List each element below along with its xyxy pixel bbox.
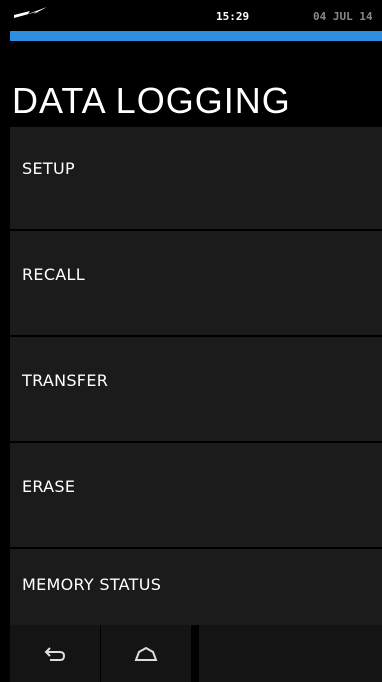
menu-item-memory-status[interactable]: MEMORY STATUS xyxy=(10,551,382,625)
status-date: 04 JUL 14 xyxy=(313,10,373,23)
menu-item-setup[interactable]: SETUP xyxy=(10,127,382,231)
nav-separator xyxy=(191,625,199,682)
accent-bar xyxy=(10,31,382,41)
menu-item-label: MEMORY STATUS xyxy=(22,575,162,594)
menu-item-label: TRANSFER xyxy=(22,371,109,390)
back-arrow-icon xyxy=(44,646,66,661)
menu-item-recall[interactable]: RECALL xyxy=(10,233,382,337)
home-button[interactable] xyxy=(101,625,191,682)
status-bar: 15:29 04 JUL 14 xyxy=(0,0,382,31)
menu-item-label: SETUP xyxy=(22,159,75,178)
navigation-bar xyxy=(10,625,382,682)
menu-item-label: RECALL xyxy=(22,265,85,284)
status-time: 15:29 xyxy=(216,10,250,23)
lightning-icon xyxy=(14,7,47,18)
menu-item-transfer[interactable]: TRANSFER xyxy=(10,339,382,443)
menu-item-label: ERASE xyxy=(22,477,76,496)
menu-item-erase[interactable]: ERASE xyxy=(10,445,382,549)
main-menu: SETUP RECALL TRANSFER ERASE MEMORY STATU… xyxy=(10,127,382,625)
back-button[interactable] xyxy=(10,625,100,682)
page-title: DATA LOGGING xyxy=(12,80,291,121)
home-icon xyxy=(134,646,158,661)
title-area: DATA LOGGING xyxy=(10,41,382,127)
